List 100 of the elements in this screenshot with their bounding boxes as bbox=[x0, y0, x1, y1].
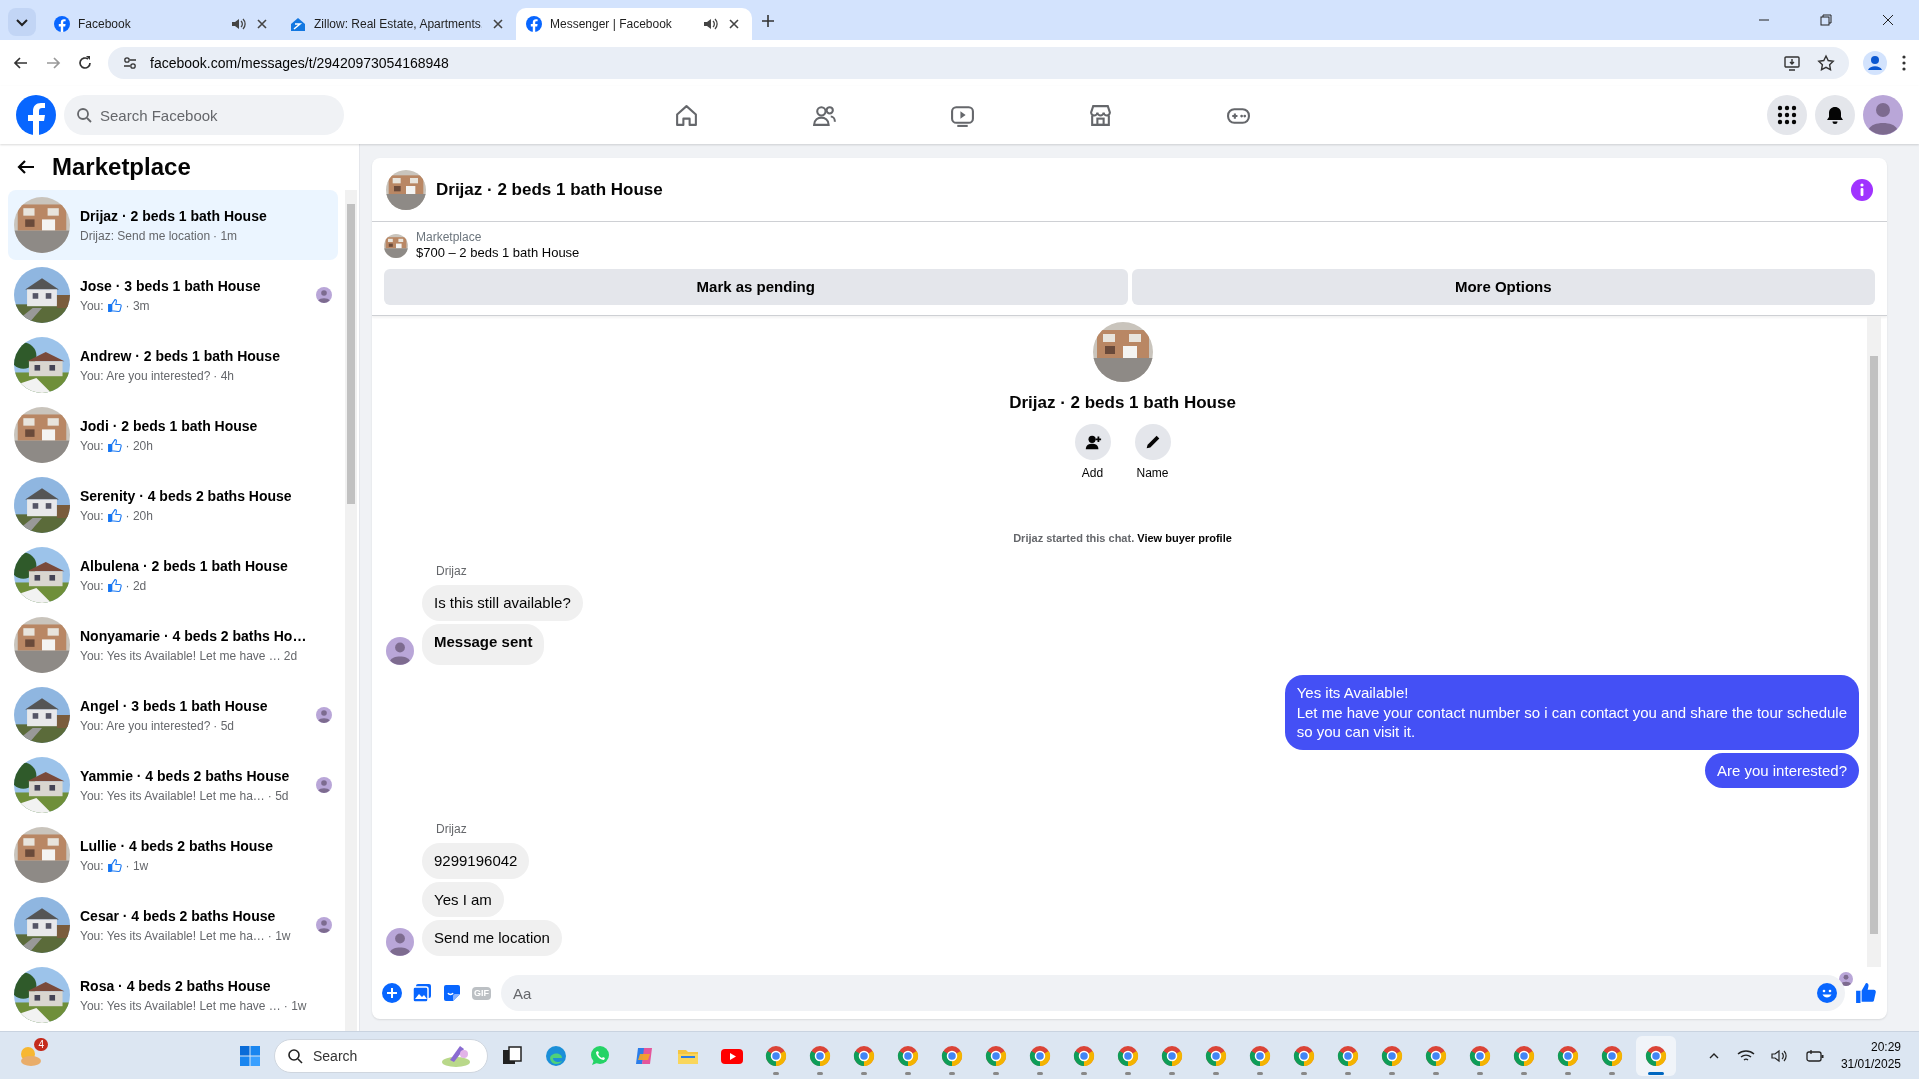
search-icon bbox=[76, 107, 92, 123]
chat-title: Drijaz · 2 beds 1 bath House bbox=[436, 178, 663, 201]
home-icon[interactable] bbox=[674, 102, 699, 128]
chrome-icon bbox=[764, 1043, 788, 1068]
listing-label: Marketplace bbox=[416, 230, 483, 245]
conversation-item[interactable]: Andrew · 2 beds 1 bath House You: Are you interested? · 4h bbox=[8, 330, 338, 400]
message-preview: You: Yes its Available! Let me have … bbox=[80, 647, 281, 665]
message-preview: You: bbox=[80, 297, 104, 315]
info-icon[interactable] bbox=[1851, 178, 1873, 201]
chrome-icon bbox=[1424, 1043, 1448, 1068]
conversation-title: Angel · 3 beds 1 bath House bbox=[80, 696, 269, 716]
reload-icon[interactable] bbox=[76, 54, 94, 72]
speaker-icon[interactable] bbox=[230, 16, 246, 32]
profile-action-label: Add bbox=[1081, 464, 1104, 482]
conversation-item[interactable]: Lullie · 4 beds 2 baths House You: · 1w bbox=[8, 820, 338, 890]
weather-widget[interactable]: 4 bbox=[10, 1035, 50, 1076]
close-icon[interactable] bbox=[1881, 13, 1895, 27]
conversation-item[interactable]: Nonyamarie · 4 beds 2 baths Ho… You: Yes its Available! Let me have … 2d bbox=[8, 610, 338, 680]
message-time: · 1m bbox=[213, 227, 238, 245]
sender-name: Drijaz bbox=[436, 821, 468, 839]
profile-action-button[interactable] bbox=[1074, 423, 1111, 460]
browser-tab[interactable]: Facebook bbox=[44, 8, 280, 40]
message-bubble: Send me location bbox=[422, 920, 562, 956]
message-time: · 2d bbox=[125, 577, 147, 595]
action-button[interactable]: Mark as pending bbox=[384, 269, 1128, 306]
facebook-logo[interactable] bbox=[16, 95, 56, 135]
address-bar[interactable]: facebook.com/messages/t/29420973054168948 bbox=[108, 47, 1849, 79]
edge-icon bbox=[544, 1043, 568, 1068]
menu-button[interactable] bbox=[1767, 95, 1807, 135]
scrollbar[interactable] bbox=[345, 190, 357, 1031]
chat-notice: Drijaz started this chat. View buyer profile bbox=[1013, 530, 1232, 546]
message-preview: You: Yes its Available! Let me ha… bbox=[80, 927, 265, 945]
bell-icon bbox=[1825, 105, 1845, 125]
search-icon bbox=[287, 1047, 303, 1064]
conversation-item[interactable]: Drijaz · 2 beds 1 bath House Drijaz: Send me location · 1m bbox=[8, 190, 338, 260]
sidebar-title: Marketplace bbox=[52, 152, 191, 182]
conversation-title: Nonyamarie · 4 beds 2 baths Ho… bbox=[80, 626, 308, 646]
conversation-item[interactable]: Albulena · 2 beds 1 bath House You: · 2d bbox=[8, 540, 338, 610]
conversation-item[interactable]: Angel · 3 beds 1 bath House You: Are you interested? · 5d bbox=[8, 680, 338, 750]
taskbar-search[interactable]: Search bbox=[274, 1038, 488, 1073]
profile-action-button[interactable] bbox=[1134, 423, 1171, 460]
scrollbar[interactable] bbox=[1867, 316, 1881, 967]
profile-icon[interactable] bbox=[1863, 51, 1887, 75]
facebook-icon[interactable] bbox=[526, 16, 542, 32]
message-bubble: 9299196042 bbox=[422, 843, 530, 879]
action-button[interactable]: More Options bbox=[1131, 269, 1875, 306]
message-time: · 1w bbox=[267, 927, 291, 945]
message-field[interactable]: Aa bbox=[501, 975, 1845, 1011]
chrome-icon bbox=[1072, 1043, 1096, 1068]
profile-action-label: Name bbox=[1136, 464, 1169, 482]
conversation-item[interactable]: Serenity · 4 beds 2 baths House You: · 20h bbox=[8, 470, 338, 540]
chrome-icon bbox=[1380, 1043, 1404, 1068]
notification-badge: 4 bbox=[34, 1037, 48, 1051]
install-app-icon[interactable] bbox=[1783, 54, 1801, 72]
volume-icon[interactable] bbox=[1770, 1048, 1789, 1063]
message-bubble: Yes its Available! Let me have your contact number so i can contact you and share the tour schedule so you can visit it. bbox=[1284, 675, 1859, 750]
conversation-item[interactable]: Jose · 3 beds 1 bath House You: · 3m bbox=[8, 260, 338, 330]
battery-icon[interactable] bbox=[1804, 1048, 1825, 1063]
conversation-item[interactable]: Jodi · 2 beds 1 bath House You: · 20h bbox=[8, 400, 338, 470]
speaker-icon[interactable] bbox=[702, 16, 718, 32]
listing-summary: $700 – 2 beds 1 bath House bbox=[416, 245, 580, 262]
bookmark-star-icon[interactable] bbox=[1817, 54, 1835, 72]
restore-icon[interactable] bbox=[1819, 13, 1833, 27]
conversation-title: Andrew · 2 beds 1 bath House bbox=[80, 346, 281, 366]
site-settings-icon[interactable] bbox=[122, 55, 138, 71]
notifications-button[interactable] bbox=[1815, 95, 1855, 135]
plus-icon[interactable] bbox=[382, 983, 402, 1003]
chrome-icon bbox=[1248, 1043, 1272, 1068]
conversation-item[interactable]: Cesar · 4 beds 2 baths House You: Yes its Available! Let me ha… · 1w bbox=[8, 890, 338, 960]
conversation-title: Yammie · 4 beds 2 baths House bbox=[80, 766, 291, 786]
search-field[interactable]: Search Facebook bbox=[64, 95, 344, 135]
browser-tab[interactable]: Messenger | Facebook bbox=[516, 8, 752, 40]
message-bubble: Yes I am bbox=[422, 881, 504, 918]
facebook-icon[interactable] bbox=[54, 16, 70, 32]
new-tab-icon[interactable] bbox=[760, 12, 776, 29]
conversation-title: Cesar · 4 beds 2 baths House bbox=[80, 906, 277, 926]
sticker-icon[interactable] bbox=[442, 983, 462, 1003]
wifi-icon[interactable] bbox=[1736, 1048, 1755, 1063]
more-icon[interactable] bbox=[1901, 54, 1907, 72]
conversation-title: Serenity · 4 beds 2 baths House bbox=[80, 486, 293, 506]
conversation-title: Rosa · 4 beds 2 baths House bbox=[80, 976, 272, 996]
chrome-icon bbox=[1292, 1043, 1316, 1068]
storefront-icon[interactable] bbox=[1088, 102, 1113, 128]
emoji-icon[interactable] bbox=[1817, 983, 1837, 1003]
message-preview: You: Are you interested? bbox=[80, 717, 211, 735]
conversation-item[interactable]: Rosa · 4 beds 2 baths House You: Yes its Available! Let me have … · 1w bbox=[8, 960, 338, 1030]
chrome-icon bbox=[1028, 1043, 1052, 1068]
chrome-icon bbox=[940, 1043, 964, 1068]
conversation-item[interactable]: Yammie · 4 beds 2 baths House You: Yes its Available! Let me ha… · 5d bbox=[8, 750, 338, 820]
chrome-icon bbox=[1204, 1043, 1228, 1068]
message-bubble: Are you interested? bbox=[1704, 752, 1859, 789]
chrome-icon bbox=[852, 1043, 876, 1068]
conversation-title: Albulena · 2 beds 1 bath House bbox=[80, 556, 289, 576]
photo-icon[interactable] bbox=[412, 983, 432, 1003]
profile-avatar[interactable] bbox=[1863, 95, 1903, 135]
message-preview: You: bbox=[80, 437, 104, 455]
tab-list-icon[interactable] bbox=[8, 8, 36, 36]
conversation-title: Jodi · 2 beds 1 bath House bbox=[80, 416, 259, 436]
thumbs-up-icon[interactable] bbox=[1855, 982, 1877, 1004]
message-preview: You: Yes its Available! Let me ha… bbox=[80, 787, 265, 805]
